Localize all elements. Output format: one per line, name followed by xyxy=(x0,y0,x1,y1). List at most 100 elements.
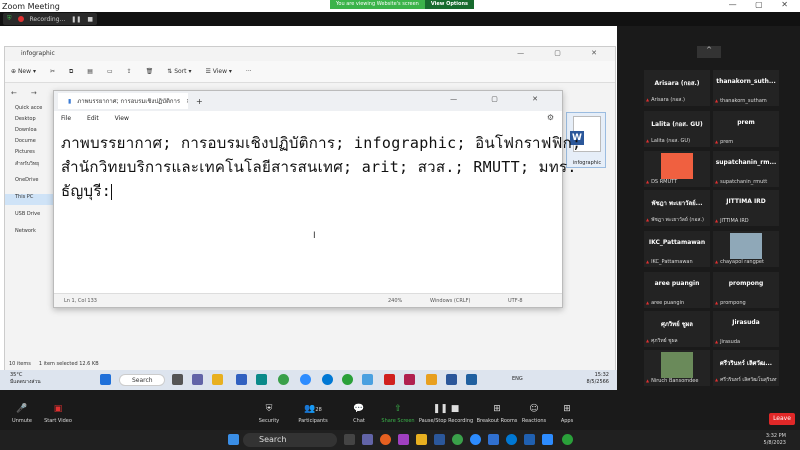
share-screen-button[interactable]: ⇧ Share Screen xyxy=(376,404,420,424)
firefox-icon[interactable] xyxy=(380,434,391,445)
sidebar-item-usb-drive[interactable]: USB Drive xyxy=(5,211,57,222)
participant-tile[interactable]: prem prem xyxy=(713,111,779,147)
sidebar-item-downloads[interactable]: Downloa xyxy=(5,127,57,138)
app-red-icon[interactable] xyxy=(404,374,415,385)
teams-chat-icon[interactable] xyxy=(362,434,373,445)
participant-tile[interactable]: IKC_Pattamawan IKC_Pattamawan xyxy=(644,231,710,267)
participant-video xyxy=(661,153,693,179)
outlook-icon[interactable] xyxy=(524,434,535,445)
taskview-icon[interactable] xyxy=(344,434,355,445)
participant-tile[interactable]: aree puangin aree puangin xyxy=(644,272,710,308)
forward-icon[interactable]: → xyxy=(31,89,37,97)
participants-button[interactable]: 👥28 Participants xyxy=(291,404,335,424)
edge-taskbar-icon[interactable] xyxy=(506,434,517,445)
task-view-icon[interactable] xyxy=(172,374,183,385)
sidebar-item-folder[interactable]: สำหรับวิทยุ xyxy=(5,160,57,171)
start-icon[interactable] xyxy=(100,374,111,385)
app-orange-icon[interactable] xyxy=(426,374,437,385)
word-icon-taskbar[interactable] xyxy=(434,434,445,445)
chrome-taskbar-icon[interactable] xyxy=(452,434,463,445)
participant-tile[interactable]: ศุภวิทย์ ชูผลศุภวิทย์ ชูผล xyxy=(644,311,710,347)
paste-icon[interactable]: ▤ xyxy=(87,68,93,75)
close-tab-icon[interactable]: ✕ xyxy=(186,98,188,105)
app-icon[interactable] xyxy=(236,374,247,385)
more-icon[interactable]: ··· xyxy=(246,68,252,75)
settings-icon[interactable]: ⚙ xyxy=(547,113,554,122)
participant-tile[interactable]: supatchanin_rm... supatchanin_rmutt xyxy=(713,151,779,187)
participant-tile[interactable]: Niruch Bansomdee xyxy=(644,350,710,386)
leave-button[interactable]: Leave xyxy=(769,413,795,425)
gallery-up-icon[interactable]: ^ xyxy=(697,46,721,58)
app-blue-icon[interactable] xyxy=(466,374,477,385)
participant-tile[interactable]: Arisara (กอส.) Arisara (กอส.) xyxy=(644,70,710,106)
sidebar-item-quick-access[interactable]: Quick acce xyxy=(5,105,57,116)
zoom-icon[interactable] xyxy=(300,374,311,385)
view-button[interactable]: ☰ View ▾ xyxy=(205,68,231,75)
chat-button[interactable]: 💬 Chat xyxy=(337,404,381,424)
word-task-icon[interactable] xyxy=(446,374,457,385)
window-controls[interactable]: — ▢ ✕ xyxy=(729,0,796,9)
sort-button[interactable]: ⇅ Sort ▾ xyxy=(167,68,191,75)
new-button[interactable]: ⊕ New ▾ xyxy=(11,68,36,75)
participant-tile[interactable]: DS RMUTT xyxy=(644,151,710,187)
explorer-icon[interactable] xyxy=(416,434,427,445)
chrome-profile-icon[interactable] xyxy=(562,434,573,445)
participant-tile[interactable]: prompong prompong xyxy=(713,272,779,308)
sidebar-item-desktop[interactable]: Desktop xyxy=(5,116,57,127)
taskbar-search[interactable]: Search xyxy=(243,433,337,447)
weather-widget[interactable]: 35°C มีแดดบางส่วน xyxy=(10,372,41,386)
shared-search-box[interactable]: Search xyxy=(119,374,165,386)
copy-icon[interactable]: ⧉ xyxy=(69,68,73,76)
participant-tile[interactable]: ศรีวรินทร์ เลิศวัฒ... ศรีวรินทร์ เลิศวัฒโ… xyxy=(713,350,779,386)
acrobat-icon[interactable] xyxy=(384,374,395,385)
notepad-text-area[interactable]: ภาพบรรยากาศ; การอบรมเชิงปฏิบัติการ; info… xyxy=(54,125,581,209)
share-icon[interactable]: ⇪ xyxy=(127,68,132,75)
participant-tile[interactable]: chayapol rangpet xyxy=(713,231,779,267)
edge-icon[interactable] xyxy=(322,374,333,385)
app-purple-icon[interactable] xyxy=(398,434,409,445)
start-video-button[interactable]: ▣ Start Video xyxy=(36,404,80,424)
back-icon[interactable]: ← xyxy=(11,89,17,97)
zoom-taskbar-icon[interactable] xyxy=(470,434,481,445)
chrome-icon[interactable] xyxy=(278,374,289,385)
teams-icon[interactable] xyxy=(192,374,203,385)
participant-tile[interactable]: JITTIMA IRD JITTIMA IRD xyxy=(713,190,779,226)
record-button[interactable]: ❚❚ ■ Pause/Stop Recording xyxy=(418,404,474,424)
view-options-button[interactable]: View Options xyxy=(424,0,474,9)
menu-edit[interactable]: Edit xyxy=(87,115,99,122)
notepad-task-icon[interactable] xyxy=(362,374,373,385)
apps-button[interactable]: ⊞ Apps xyxy=(545,404,589,424)
participant-tile[interactable]: Lalita (กอส. GU) Lalita (กอส. GU) xyxy=(644,111,710,147)
taskbar-clock[interactable]: 3:32 PM 5/8/2023 xyxy=(764,433,786,447)
language-indicator[interactable]: ENG xyxy=(512,376,523,382)
record-dot-icon xyxy=(17,16,24,22)
stop-icon[interactable]: ■ xyxy=(87,16,93,23)
store-icon[interactable] xyxy=(256,374,267,385)
menu-view[interactable]: View xyxy=(115,115,129,122)
sidebar-item-network[interactable]: Network xyxy=(5,228,57,239)
participant-tile[interactable]: thanakorn_suth... thanakorn_sutham xyxy=(713,70,779,106)
security-button[interactable]: ⛨ Security xyxy=(247,404,291,424)
windows-start-icon[interactable] xyxy=(228,434,239,445)
participant-tile[interactable]: พัชฎา พะเยาวัลย์... พัชฎา พะเยาวัลย์ (กอส… xyxy=(644,190,710,226)
sidebar-item-documents[interactable]: Docume xyxy=(5,138,57,149)
notepad-tab[interactable]: ▮ ภาพบรรยากาศ; การอบรมเชิงปฏิบัติการ ✕ xyxy=(58,93,188,109)
pause-icon[interactable]: ❚❚ xyxy=(71,16,81,23)
sidebar-item-onedrive[interactable]: OneDrive xyxy=(5,177,57,188)
zoom-alt-icon[interactable] xyxy=(542,434,553,445)
explorer-window-controls[interactable]: — ▢ ✕ xyxy=(517,49,611,57)
sidebar-item-this-pc[interactable]: This PC xyxy=(5,194,57,205)
shared-clock[interactable]: 15:32 8/5/2566 xyxy=(587,372,609,386)
cut-icon[interactable]: ✂ xyxy=(50,68,55,75)
sidebar-item-pictures[interactable]: Pictures xyxy=(5,149,57,160)
folder-icon[interactable] xyxy=(212,374,223,385)
notepad-window-controls[interactable]: — ▢ ✕ xyxy=(450,95,554,103)
participant-name: ศรีวรินทร์ เลิศวัฒ... xyxy=(719,360,773,367)
menu-file[interactable]: File xyxy=(61,115,71,122)
participant-tile[interactable]: Jirasuda Jirasuda xyxy=(713,311,779,347)
app-taskbar-icon[interactable] xyxy=(488,434,499,445)
chrome-alt-icon[interactable] xyxy=(342,374,353,385)
rename-icon[interactable]: ▭ xyxy=(107,68,113,75)
delete-icon[interactable]: 🗑 xyxy=(146,68,154,75)
new-tab-icon[interactable]: + xyxy=(196,97,203,106)
